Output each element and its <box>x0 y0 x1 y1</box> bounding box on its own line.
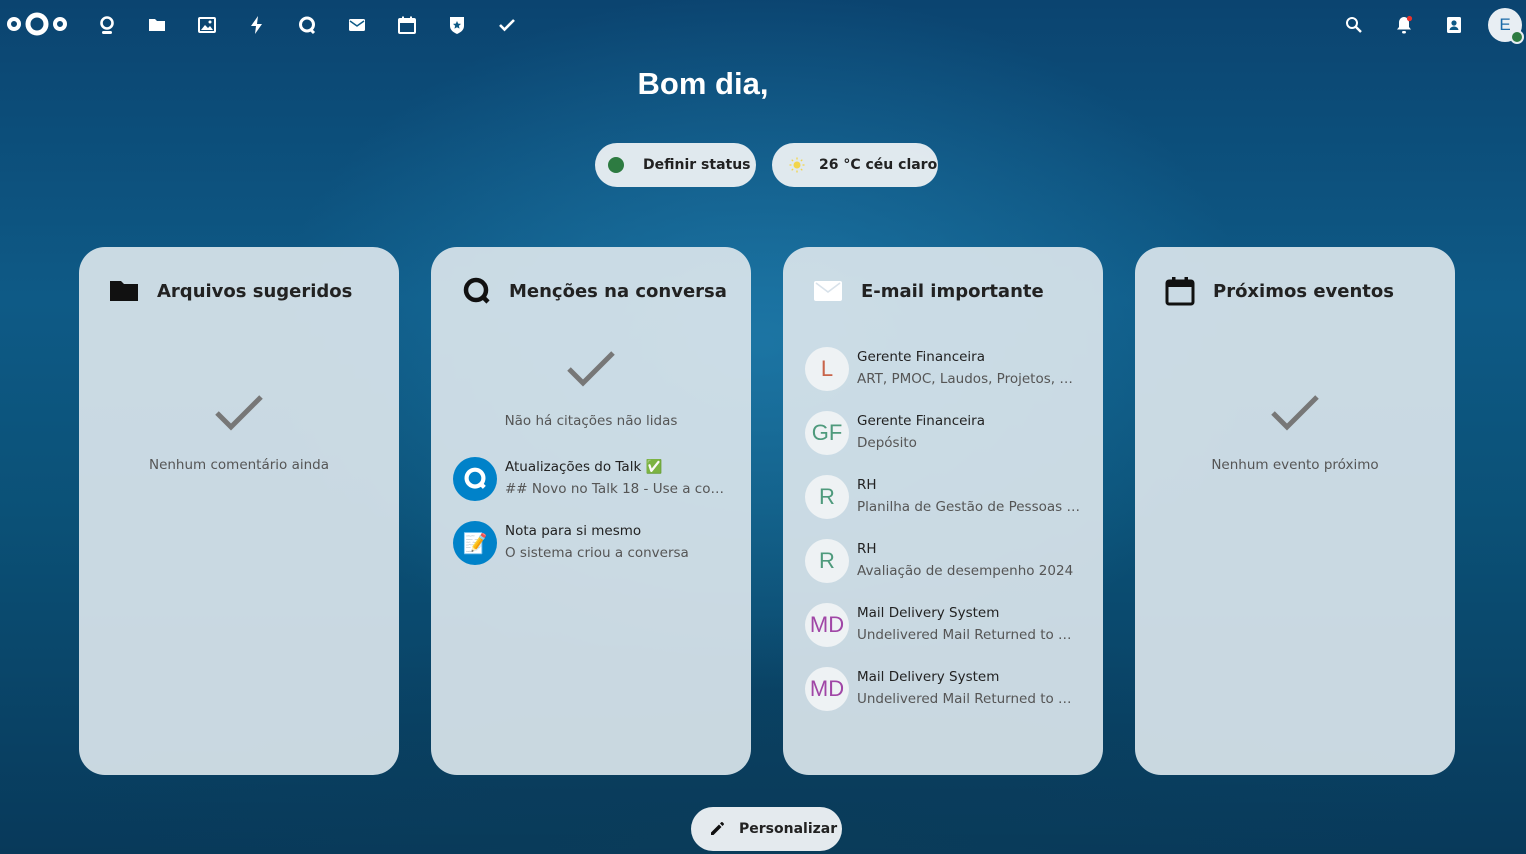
mail-list-item[interactable]: R RH Planilha de Gestão de Pessoas … <box>805 472 1089 522</box>
mail-subject: Avaliação de desempenho 2024 <box>857 563 1074 579</box>
suggested-files-widget: Arquivos sugeridos Nenhum comentário ain… <box>79 247 399 775</box>
sender-avatar: R <box>805 539 849 583</box>
talk-mentions-widget: Menções na conversa Não há citações não … <box>431 247 751 775</box>
contacts-icon[interactable] <box>1441 12 1467 38</box>
mail-list-item[interactable]: MD Mail Delivery System Undelivered Mail R… <box>805 600 1089 650</box>
mail-app-icon[interactable] <box>344 12 370 38</box>
widget-header: Arquivos sugeridos <box>109 273 352 309</box>
folder-icon <box>109 276 139 306</box>
activity-app-icon[interactable] <box>244 12 270 38</box>
nextcloud-logo-icon[interactable] <box>6 10 68 38</box>
greeting-heading: Bom dia, <box>637 66 769 101</box>
sender-avatar: MD <box>805 603 849 647</box>
talk-icon <box>461 276 491 306</box>
calendar-icon <box>1165 276 1195 306</box>
checkmark-icon <box>1271 395 1319 431</box>
widget-title[interactable]: Arquivos sugeridos <box>157 281 352 302</box>
mail-list-item[interactable]: R RH Avaliação de desempenho 2024 <box>805 536 1089 586</box>
files-app-icon[interactable] <box>144 12 170 38</box>
set-status-button[interactable]: Definir status <box>595 143 756 187</box>
top-header: E <box>0 0 1526 50</box>
list-item[interactable]: Atualizações do Talk ✅ ## Novo no Talk 1… <box>453 454 737 504</box>
upcoming-events-widget: Próximos eventos Nenhum evento próximo <box>1135 247 1455 775</box>
mail-subject: Undelivered Mail Returned to … <box>857 627 1072 643</box>
pencil-icon <box>711 822 724 835</box>
set-status-label: Definir status <box>643 157 751 173</box>
widget-header: Menções na conversa <box>461 273 727 309</box>
conversation-name: Atualizações do Talk ✅ <box>505 459 663 475</box>
sun-icon <box>789 157 805 173</box>
talk-icon <box>464 467 486 489</box>
sender-avatar: GF <box>805 411 849 455</box>
mail-sender: Gerente Financeira <box>857 349 985 365</box>
passwords-app-icon[interactable] <box>444 12 470 38</box>
mail-sender: Mail Delivery System <box>857 605 1000 621</box>
mail-sender: RH <box>857 541 877 557</box>
search-icon[interactable] <box>1341 12 1367 38</box>
empty-state: Nenhum comentário ainda <box>79 393 399 473</box>
empty-state-text: Nenhum comentário ainda <box>148 457 330 473</box>
mail-list-item[interactable]: GF Gerente Financeira Depósito <box>805 408 1089 458</box>
user-avatar-initial: E <box>1499 15 1511 34</box>
mail-sender: RH <box>857 477 877 493</box>
sender-avatar: MD <box>805 667 849 711</box>
checkmark-icon <box>215 395 263 431</box>
mail-sender: Gerente Financeira <box>857 413 985 429</box>
mail-list-item[interactable]: MD Mail Delivery System Undelivered Mail R… <box>805 664 1089 714</box>
conversation-preview: ## Novo no Talk 18 - Use a co… <box>505 481 724 497</box>
weather-button[interactable]: 26 °C céu claro <box>772 143 938 187</box>
empty-state-text: Não há citações não lidas <box>504 413 678 429</box>
sender-avatar: L <box>805 347 849 391</box>
talk-conversation-avatar <box>453 457 497 501</box>
mail-sender: Mail Delivery System <box>857 669 1000 685</box>
tasks-app-icon[interactable] <box>494 12 520 38</box>
widget-title[interactable]: Menções na conversa <box>509 281 727 302</box>
dashboard-app-icon[interactable] <box>94 12 120 38</box>
notifications-bell-icon[interactable] <box>1391 12 1417 38</box>
mail-subject: Depósito <box>857 435 917 451</box>
note-conversation-avatar: 📝 <box>453 521 497 565</box>
widget-header: Próximos eventos <box>1165 273 1394 309</box>
empty-state: Nenhum evento próximo <box>1135 393 1455 473</box>
customize-button[interactable]: Personalizar <box>691 807 842 851</box>
mail-icon <box>813 276 843 306</box>
widget-title[interactable]: Próximos eventos <box>1213 281 1394 302</box>
user-avatar[interactable]: E <box>1488 8 1524 44</box>
weather-label: 26 °C céu claro <box>819 157 938 173</box>
status-online-icon <box>608 157 624 173</box>
empty-state: Não há citações não lidas <box>431 349 751 429</box>
widget-title[interactable]: E-mail importante <box>861 281 1044 302</box>
empty-state-text: Nenhum evento próximo <box>1211 457 1379 473</box>
mail-subject: Planilha de Gestão de Pessoas … <box>857 499 1080 515</box>
checkmark-icon <box>567 351 615 387</box>
talk-app-icon[interactable] <box>294 12 320 38</box>
photos-app-icon[interactable] <box>194 12 220 38</box>
memo-icon: 📝 <box>462 532 488 555</box>
sender-avatar: R <box>805 475 849 519</box>
online-status-indicator <box>1510 30 1524 44</box>
mail-list-item[interactable]: L Gerente Financeira ART, PMOC, Laudos, Pr… <box>805 344 1089 394</box>
widget-header: E-mail importante <box>813 273 1044 309</box>
conversation-preview: O sistema criou a conversa <box>505 545 689 561</box>
mail-subject: Undelivered Mail Returned to … <box>857 691 1072 707</box>
calendar-app-icon[interactable] <box>394 12 420 38</box>
important-mail-widget: E-mail importante L Gerente Financeira ART… <box>783 247 1103 775</box>
conversation-name: Nota para si mesmo <box>505 523 642 539</box>
list-item[interactable]: 📝 Nota para si mesmo O sistema criou a c… <box>453 518 737 568</box>
mail-subject: ART, PMOC, Laudos, Projetos, … <box>857 371 1073 387</box>
customize-label: Personalizar <box>739 821 838 837</box>
